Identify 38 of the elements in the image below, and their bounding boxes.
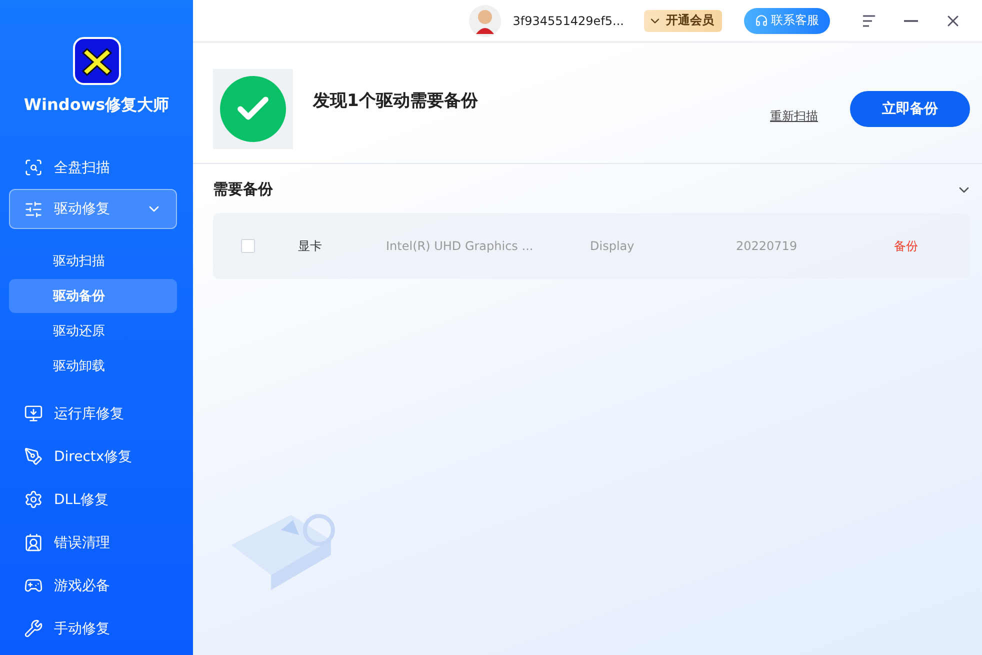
sidebar-item[interactable]: 游戏必备 — [9, 564, 177, 607]
sidebar-item[interactable]: 手动修复 — [9, 607, 177, 650]
vip-button[interactable]: 开通会员 — [644, 10, 722, 32]
sidebar-subitem[interactable]: 驱动扫描 — [9, 244, 177, 278]
sidebar-item[interactable]: DLL修复 — [9, 478, 177, 521]
minimize-icon — [904, 20, 918, 22]
app-logo — [72, 37, 120, 85]
sidebar-subitem[interactable]: 驱动还原 — [9, 314, 177, 348]
checkbox[interactable] — [241, 239, 255, 253]
user-id: 3f934551429ef5... — [512, 14, 624, 28]
scan-icon — [24, 158, 43, 177]
pen-tool-icon — [24, 447, 43, 466]
sidebar-item[interactable]: 驱动修复 — [9, 189, 177, 229]
backup-link[interactable]: 备份 — [894, 238, 970, 254]
support-button[interactable]: 联系客服 — [744, 8, 830, 34]
result-title: 发现1个驱动需要备份 — [313, 90, 479, 112]
rescan-link[interactable]: 重新扫描 — [770, 108, 818, 124]
driver-date: 20220719 — [736, 239, 798, 253]
driver-name: Intel(R) UHD Graphics ... — [386, 239, 534, 253]
sidebar-item[interactable]: 错误清理 — [9, 521, 177, 564]
wrench-icon — [24, 619, 43, 638]
avatar[interactable] — [468, 4, 501, 36]
device-type: 显卡 — [298, 238, 323, 254]
headset-icon — [755, 14, 768, 27]
gear-icon — [24, 490, 43, 509]
sidebar-item[interactable]: Directx修复 — [9, 435, 177, 478]
driver-category: Display — [590, 239, 636, 253]
sliders-icon — [24, 200, 43, 218]
id-card-icon — [24, 533, 43, 552]
menu-icon — [862, 14, 876, 28]
monitor-download-icon — [24, 404, 43, 423]
section-title: 需要备份 — [213, 180, 273, 199]
sidebar-subitem[interactable]: 驱动备份 — [9, 279, 177, 313]
backup-now-button[interactable]: 立即备份 — [850, 91, 970, 127]
sidebar-item[interactable]: 运行库修复 — [9, 392, 177, 435]
app-name: Windows修复大师 — [24, 95, 170, 116]
sidebar-item[interactable]: 全盘扫描 — [9, 146, 177, 189]
sidebar-subitem[interactable]: 驱动卸载 — [9, 349, 177, 383]
